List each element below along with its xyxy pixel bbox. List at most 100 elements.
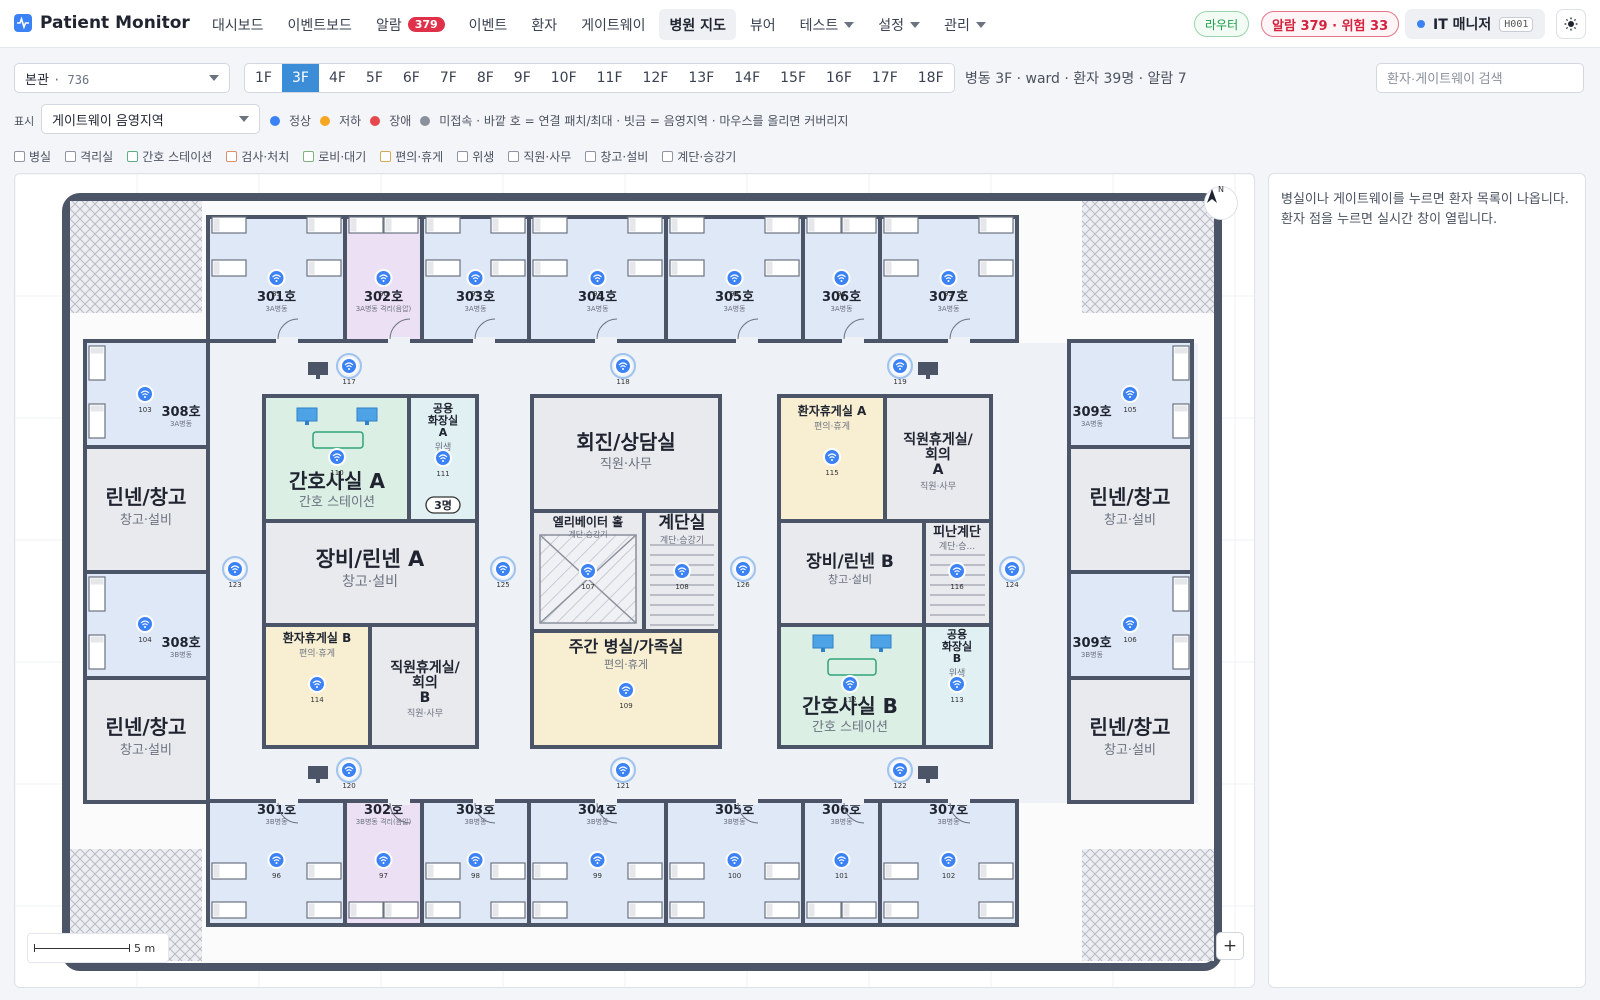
room[interactable]: 302호3B병동 격리(음압)97 — [343, 799, 424, 927]
floor-tab[interactable]: 17F — [862, 64, 908, 92]
checkbox-icon[interactable] — [508, 151, 520, 162]
checkbox-icon[interactable] — [226, 151, 238, 162]
room[interactable]: 직원휴게실/회의A 직원·사무 — [883, 394, 993, 523]
room[interactable]: 305호3A병동93 — [664, 215, 805, 343]
nav-item-0[interactable]: 대시보드 — [202, 9, 274, 40]
floor-tab[interactable]: 7F — [430, 64, 467, 92]
floor-tab[interactable]: 5F — [356, 64, 393, 92]
filter-checkbox[interactable]: 병실 — [14, 148, 51, 165]
search-input[interactable] — [1376, 63, 1584, 93]
room[interactable]: 엘리베이터 홀계단·승강기 107 — [530, 509, 646, 633]
room[interactable]: 린넨/창고창고·설비 — [1067, 676, 1194, 804]
room[interactable]: 306호3B병동 101 — [801, 799, 882, 927]
room[interactable]: 장비/린넨 B창고·설비 — [777, 519, 926, 627]
room[interactable]: 린넨/창고창고·설비 — [83, 445, 210, 574]
room[interactable]: 306호3A병동94 — [801, 215, 882, 343]
building-select[interactable]: 본관 · 736 — [14, 63, 230, 93]
theme-toggle-button[interactable] — [1556, 9, 1586, 39]
nav-item-7[interactable]: 뷰어 — [740, 9, 786, 40]
room[interactable]: 302호3A병동 격리(음압)90 — [343, 215, 424, 343]
nav-item-2[interactable]: 알람 379 — [366, 9, 455, 40]
checkbox-icon[interactable] — [303, 151, 315, 162]
room[interactable]: 307호3A병동95 — [878, 215, 1019, 343]
floor-tab[interactable]: 6F — [393, 64, 430, 92]
floor-tab[interactable]: 8F — [467, 64, 504, 92]
floor-tab[interactable]: 9F — [504, 64, 541, 92]
room[interactable]: 주간 병실/가족실편의·휴게 109 — [530, 629, 722, 749]
room[interactable]: 린넨/창고창고·설비 — [83, 676, 210, 804]
floor-tab[interactable]: 18F — [908, 64, 954, 92]
room[interactable]: 304호3B병동99 — [527, 799, 668, 927]
room[interactable]: 피난계단계단·승... 116 — [922, 519, 993, 636]
nav-item-5[interactable]: 게이트웨이 — [571, 9, 655, 40]
room[interactable]: 303호3B병동98 — [420, 799, 531, 927]
room[interactable]: 309호3B병동 106 — [1067, 570, 1194, 680]
room[interactable]: 307호3B병동102 — [878, 799, 1019, 927]
nav-item-3[interactable]: 이벤트 — [459, 9, 518, 40]
room[interactable]: 308호3B병동 104 — [83, 570, 210, 680]
room[interactable]: 직원휴게실/회의B 직원·사무 — [368, 623, 479, 749]
filter-checkbox[interactable]: 위생 — [457, 148, 494, 165]
checkbox-icon[interactable] — [457, 151, 469, 162]
checkbox-icon[interactable] — [127, 151, 139, 162]
nav-item-4[interactable]: 환자 — [521, 9, 567, 40]
room[interactable]: 환자휴게실 A 편의·휴게 115 — [777, 394, 887, 523]
floor-tab[interactable]: 11F — [587, 64, 633, 92]
compass[interactable]: N — [1204, 185, 1238, 220]
room[interactable]: 환자휴게실 B 편의·휴게 114 — [262, 623, 372, 749]
floor-tab[interactable]: 12F — [633, 64, 679, 92]
filter-checkbox[interactable]: 격리실 — [65, 148, 113, 165]
floor-tab[interactable]: 10F — [541, 64, 587, 92]
room-name: 302호 — [364, 803, 403, 818]
room[interactable]: 장비/린넨 A 창고·설비 — [262, 519, 479, 627]
room[interactable]: 간호사실 B간호 스테이션112 — [777, 623, 926, 749]
app-brand[interactable]: Patient Monitor — [14, 13, 190, 33]
nav-item-1[interactable]: 이벤트보드 — [278, 9, 362, 40]
floor-tab[interactable]: 16F — [816, 64, 862, 92]
floor-tab[interactable]: 14F — [724, 64, 770, 92]
room[interactable]: 308호3A병동 103 — [83, 339, 210, 449]
floor-tab[interactable]: 15F — [770, 64, 816, 92]
room[interactable]: 301호3A병동89 — [206, 215, 347, 343]
room[interactable]: 309호3A병동 105 — [1067, 339, 1194, 449]
floor-plan-svg[interactable]: 301호3A병동89 302호3A병동 격리(음압)90 303호3A병동91 304… — [15, 174, 1255, 988]
chevron-down-icon — [975, 21, 986, 28]
filter-checkbox[interactable]: 검사·처치 — [226, 148, 289, 165]
checkbox-icon[interactable] — [14, 151, 25, 162]
filter-checkbox[interactable]: 간호 스테이션 — [127, 148, 212, 165]
filter-checkbox[interactable]: 직원·사무 — [508, 148, 571, 165]
room[interactable]: 공용화장실A위생1113명 — [407, 394, 479, 523]
room-name: 계단실 — [659, 513, 706, 533]
floor-tab[interactable]: 13F — [678, 64, 724, 92]
nav-item-10[interactable]: 관리 — [934, 9, 996, 40]
router-status-badge[interactable]: 라우터 — [1194, 11, 1250, 37]
room[interactable]: 공용화장실B위생113 — [922, 623, 993, 749]
room[interactable]: 린넨/창고창고·설비 — [1067, 445, 1194, 574]
room[interactable]: 간호사실 A간호 스테이션110 — [262, 394, 411, 523]
checkbox-icon[interactable] — [585, 151, 597, 162]
room[interactable]: 304호3A병동92 — [527, 215, 668, 343]
alarm-summary-badge[interactable]: 알람 379 · 위험 33 — [1261, 11, 1400, 37]
room[interactable]: 305호3B병동 100 — [664, 799, 805, 927]
room[interactable]: 303호3A병동91 — [420, 215, 531, 343]
nav-item-9[interactable]: 설정 — [868, 9, 930, 40]
user-menu[interactable]: IT 매니저 H001 — [1405, 9, 1546, 39]
checkbox-icon[interactable] — [662, 151, 674, 162]
nav-item-6[interactable]: 병원 지도 — [659, 9, 736, 40]
room[interactable]: 301호3B병동96 — [206, 799, 347, 927]
display-mode-select[interactable]: 게이트웨이 음영지역 — [41, 104, 260, 134]
floor-tab[interactable]: 3F — [281, 64, 319, 92]
filter-checkbox[interactable]: 편의·휴게 — [380, 148, 443, 165]
filter-checkbox[interactable]: 계단·승강기 — [662, 148, 736, 165]
filter-checkbox[interactable]: 로비·대기 — [303, 148, 366, 165]
checkbox-icon[interactable] — [65, 151, 77, 162]
filter-checkbox[interactable]: 창고·설비 — [585, 148, 648, 165]
room[interactable]: 계단실계단·승강기 108 — [642, 509, 722, 633]
room[interactable]: 회진/상담실직원·사무 — [530, 394, 722, 513]
floor-tab[interactable]: 4F — [319, 64, 356, 92]
floor-tab[interactable]: 1F — [245, 64, 282, 92]
checkbox-icon[interactable] — [380, 151, 392, 162]
nav-item-8[interactable]: 테스트 — [790, 9, 865, 40]
floor-map[interactable]: 301호 3A병동 89 302호 3A병동 격리(음압) 90 303호 3A병동 91 304… — [14, 173, 1255, 988]
zoom-in-button[interactable]: + — [1216, 932, 1244, 960]
